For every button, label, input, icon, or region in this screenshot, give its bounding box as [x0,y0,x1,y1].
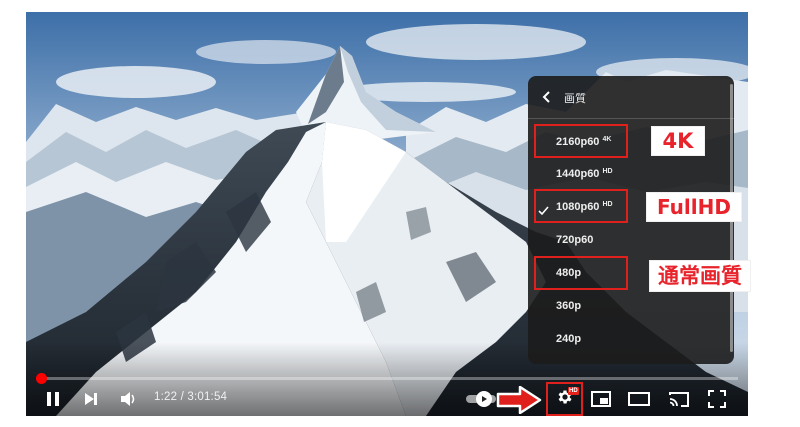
hd-badge: HD [568,387,579,395]
annotation-4k: 4K [651,126,705,156]
volume-button[interactable] [116,386,142,412]
miniplayer-button[interactable] [588,386,614,412]
play-icon [482,396,487,402]
pause-button[interactable] [40,386,66,412]
next-button[interactable] [78,386,104,412]
quality-option-label: 480p [556,267,582,279]
annotation-standard-quality: 通常画質 [649,260,751,292]
quality-option-label: 2160p60 4K [556,136,612,148]
annotation-fullhd: FullHD [646,192,742,222]
quality-option-240p[interactable]: 240p [528,325,728,355]
arrow-annotation-icon [496,385,542,416]
quality-badge: HD [602,201,613,208]
time-display: 1:22 / 3:01:54 [154,391,227,403]
quality-option-label: 1440p60 HD [556,168,613,180]
checkmark-icon [538,203,549,221]
toggle-knob [476,391,492,407]
player-control-bar: 1:22 / 3:01:54 HD [26,382,748,416]
quality-option-360p[interactable]: 360p [528,292,728,322]
cast-button[interactable] [666,386,692,412]
video-player[interactable]: 画質 2160p60 4K 1440p60 HD 1080p60 HD 720p60 … [26,12,748,416]
quality-option-label: 1080p60 HD [556,201,613,213]
fullscreen-icon [708,390,726,408]
autoplay-toggle[interactable] [466,391,496,407]
progress-bar[interactable] [36,373,738,384]
time-separator: / [177,391,188,403]
next-icon [84,392,98,406]
pause-icon [46,391,60,407]
current-time: 1:22 [154,391,178,403]
chevron-left-icon[interactable] [542,90,552,108]
fullscreen-button[interactable] [704,386,730,412]
miniplayer-icon [591,391,611,407]
menu-title: 画質 [564,93,586,105]
menu-back-header[interactable]: 画質 [528,76,734,119]
quality-option-label: 240p [556,333,582,345]
theater-mode-button[interactable] [626,386,652,412]
total-duration: 3:01:54 [187,391,228,403]
settings-button[interactable]: HD [546,382,583,416]
quality-option-1440p60[interactable]: 1440p60 HD [528,160,728,190]
quality-option-label: 720p60 [556,234,594,246]
quality-badge: HD [602,168,613,175]
quality-option-720p60[interactable]: 720p60 [528,226,728,256]
volume-icon [120,391,138,407]
cast-icon [669,391,689,407]
quality-option-label: 360p [556,300,582,312]
theater-mode-icon [628,392,650,406]
quality-badge: 4K [602,136,612,143]
